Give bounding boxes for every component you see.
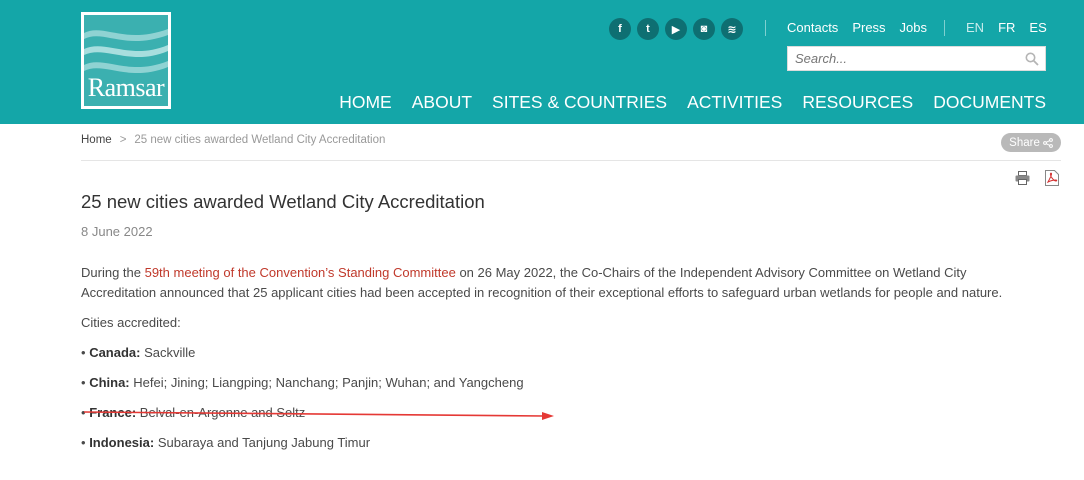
- nav-home[interactable]: HOME: [339, 92, 392, 113]
- ramsar-logo[interactable]: Ramsar: [81, 12, 171, 109]
- nav-sites-countries[interactable]: SITES & COUNTRIES: [492, 92, 667, 113]
- bullet: •: [81, 375, 86, 390]
- country-name: Indonesia:: [89, 435, 155, 450]
- lang-en[interactable]: EN: [966, 20, 984, 35]
- divider: [944, 20, 945, 36]
- breadcrumb: Home > 25 new cities awarded Wetland Cit…: [81, 134, 385, 146]
- instagram-icon[interactable]: ◙: [693, 18, 715, 40]
- nav-about[interactable]: ABOUT: [412, 92, 472, 113]
- lang-fr[interactable]: FR: [998, 20, 1015, 35]
- article-date: 8 June 2022: [81, 224, 153, 239]
- logo-text: Ramsar: [87, 73, 165, 102]
- bullet: •: [81, 435, 86, 450]
- share-label: Share: [1009, 136, 1040, 149]
- main-nav: HOME ABOUT SITES & COUNTRIES ACTIVITIES …: [339, 92, 1046, 113]
- city-list: Sackville: [144, 345, 196, 360]
- breadcrumb-separator: >: [119, 134, 127, 146]
- pdf-icon[interactable]: [1045, 170, 1059, 186]
- social-links: f t ▶ ◙ ≋: [609, 18, 743, 40]
- standing-committee-link[interactable]: 59th meeting of the Convention’s Standin…: [145, 265, 456, 280]
- breadcrumb-home[interactable]: Home: [81, 134, 112, 146]
- country-name: Canada:: [89, 345, 141, 360]
- print-icon[interactable]: [1015, 171, 1030, 185]
- article-body: During the 59th meeting of the Conventio…: [81, 263, 1041, 463]
- share-icon: [1042, 137, 1053, 148]
- list-item: • Canada: Sackville: [81, 343, 1041, 363]
- intro-text: During the: [81, 265, 145, 280]
- divider: [81, 160, 1061, 161]
- list-item: • China: Hefei; Jining; Liangping; Nanch…: [81, 373, 1041, 393]
- page-title: 25 new cities awarded Wetland City Accre…: [81, 191, 485, 212]
- country-name: China:: [89, 375, 130, 390]
- search-input[interactable]: [788, 47, 1013, 70]
- breadcrumb-current: 25 new cities awarded Wetland City Accre…: [134, 134, 386, 146]
- facebook-icon[interactable]: f: [609, 18, 631, 40]
- list-item: • Indonesia: Subaraya and Tanjung Jabung…: [81, 433, 1041, 453]
- intro-paragraph: During the 59th meeting of the Conventio…: [81, 263, 1041, 303]
- city-list: Subaraya and Tanjung Jabung Timur: [157, 435, 371, 450]
- nav-documents[interactable]: DOCUMENTS: [933, 92, 1046, 113]
- nav-activities[interactable]: ACTIVITIES: [687, 92, 782, 113]
- rss-icon[interactable]: ≋: [721, 18, 743, 40]
- cities-intro: Cities accredited:: [81, 315, 181, 330]
- site-header: Ramsar f t ▶ ◙ ≋ Contacts Press Jobs EN …: [0, 0, 1084, 124]
- bullet: •: [81, 345, 86, 360]
- youtube-icon[interactable]: ▶: [665, 18, 687, 40]
- press-link[interactable]: Press: [852, 20, 885, 35]
- search-box: [787, 46, 1046, 71]
- divider: [765, 20, 766, 36]
- jobs-link[interactable]: Jobs: [900, 20, 927, 35]
- language-switcher: EN FR ES: [966, 20, 1047, 35]
- annotation-arrow: [84, 411, 554, 420]
- twitter-icon[interactable]: t: [637, 18, 659, 40]
- search-icon[interactable]: [1025, 52, 1039, 66]
- contacts-link[interactable]: Contacts: [787, 20, 838, 35]
- top-links: Contacts Press Jobs: [787, 20, 927, 35]
- nav-resources[interactable]: RESOURCES: [802, 92, 913, 113]
- city-list: Hefei; Jining; Liangping; Nanchang; Panj…: [133, 375, 524, 390]
- logo-graphic: Ramsar: [84, 15, 168, 106]
- lang-es[interactable]: ES: [1029, 20, 1046, 35]
- share-button[interactable]: Share: [1001, 133, 1061, 152]
